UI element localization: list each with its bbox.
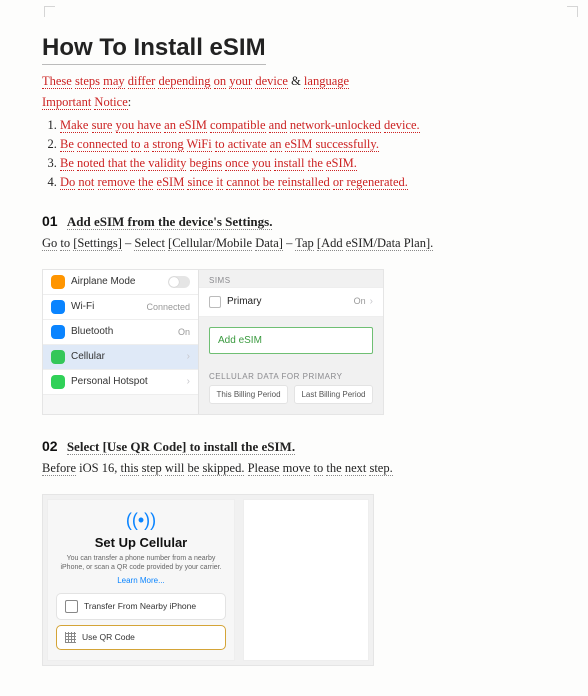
airplane-icon	[51, 275, 65, 289]
tab-last-period[interactable]: Last Billing Period	[294, 385, 373, 404]
chevron-right-icon: ›	[187, 376, 190, 387]
settings-row-wifi[interactable]: Wi-Fi Connected	[43, 295, 198, 320]
sims-section-label: SIMs	[199, 270, 383, 287]
chevron-right-icon: ›	[187, 351, 190, 362]
setup-title: Set Up Cellular	[56, 535, 226, 550]
transfer-button[interactable]: Transfer From Nearby iPhone	[56, 593, 226, 620]
bluetooth-icon	[51, 325, 65, 339]
wifi-icon	[51, 300, 65, 314]
notice-item: Do not remove the eSIM since it cannot b…	[60, 175, 546, 190]
airplane-toggle[interactable]	[168, 276, 190, 288]
antenna-icon: ((•))	[56, 510, 226, 531]
step1-heading: 01 Add eSIM from the device's Settings.	[42, 210, 546, 234]
important-notice-label: Important Notice:	[42, 92, 546, 113]
notice-list: Make sure you have an eSIM compatible an…	[42, 118, 546, 190]
cellular-icon	[51, 350, 65, 364]
settings-row-bluetooth[interactable]: Bluetooth On	[43, 320, 198, 345]
notice-item: Make sure you have an eSIM compatible an…	[60, 118, 546, 133]
notice-item: Be connected to a strong WiFi to activat…	[60, 137, 546, 152]
add-esim-button[interactable]: Add eSIM	[209, 327, 373, 354]
learn-more-link[interactable]: Learn More...	[56, 576, 226, 585]
notice-item: Be noted that the validity begins once y…	[60, 156, 546, 171]
step2-instruction: Before iOS 16, this step will be skipped…	[42, 458, 546, 479]
settings-row-hotspot[interactable]: Personal Hotspot ›	[43, 370, 198, 395]
intro-line: These steps may differ depending on your…	[42, 71, 546, 92]
settings-row-airplane[interactable]: Airplane Mode	[43, 270, 198, 295]
cellular-data-label: CELLULAR DATA FOR PRIMARY	[199, 364, 383, 385]
chevron-right-icon: ›	[370, 296, 373, 308]
settings-row-cellular[interactable]: Cellular ›	[43, 345, 198, 370]
tab-this-period[interactable]: This Billing Period	[209, 385, 288, 404]
sim-badge-icon	[209, 296, 221, 308]
use-qr-code-button[interactable]: Use QR Code	[56, 625, 226, 650]
hotspot-icon	[51, 375, 65, 389]
step1-instruction: Go to [Settings] – Select [Cellular/Mobi…	[42, 233, 546, 254]
screenshot-settings: Airplane Mode Wi-Fi Connected Bluetooth …	[42, 269, 384, 415]
setup-description: You can transfer a phone number from a n…	[56, 554, 226, 572]
phone-icon	[65, 600, 78, 613]
sim-primary-row[interactable]: Primary On ›	[199, 287, 383, 317]
step2-heading: 02 Select [Use QR Code] to install the e…	[42, 435, 546, 459]
qr-code-icon	[65, 632, 76, 643]
page-title: How To Install eSIM	[42, 34, 266, 65]
